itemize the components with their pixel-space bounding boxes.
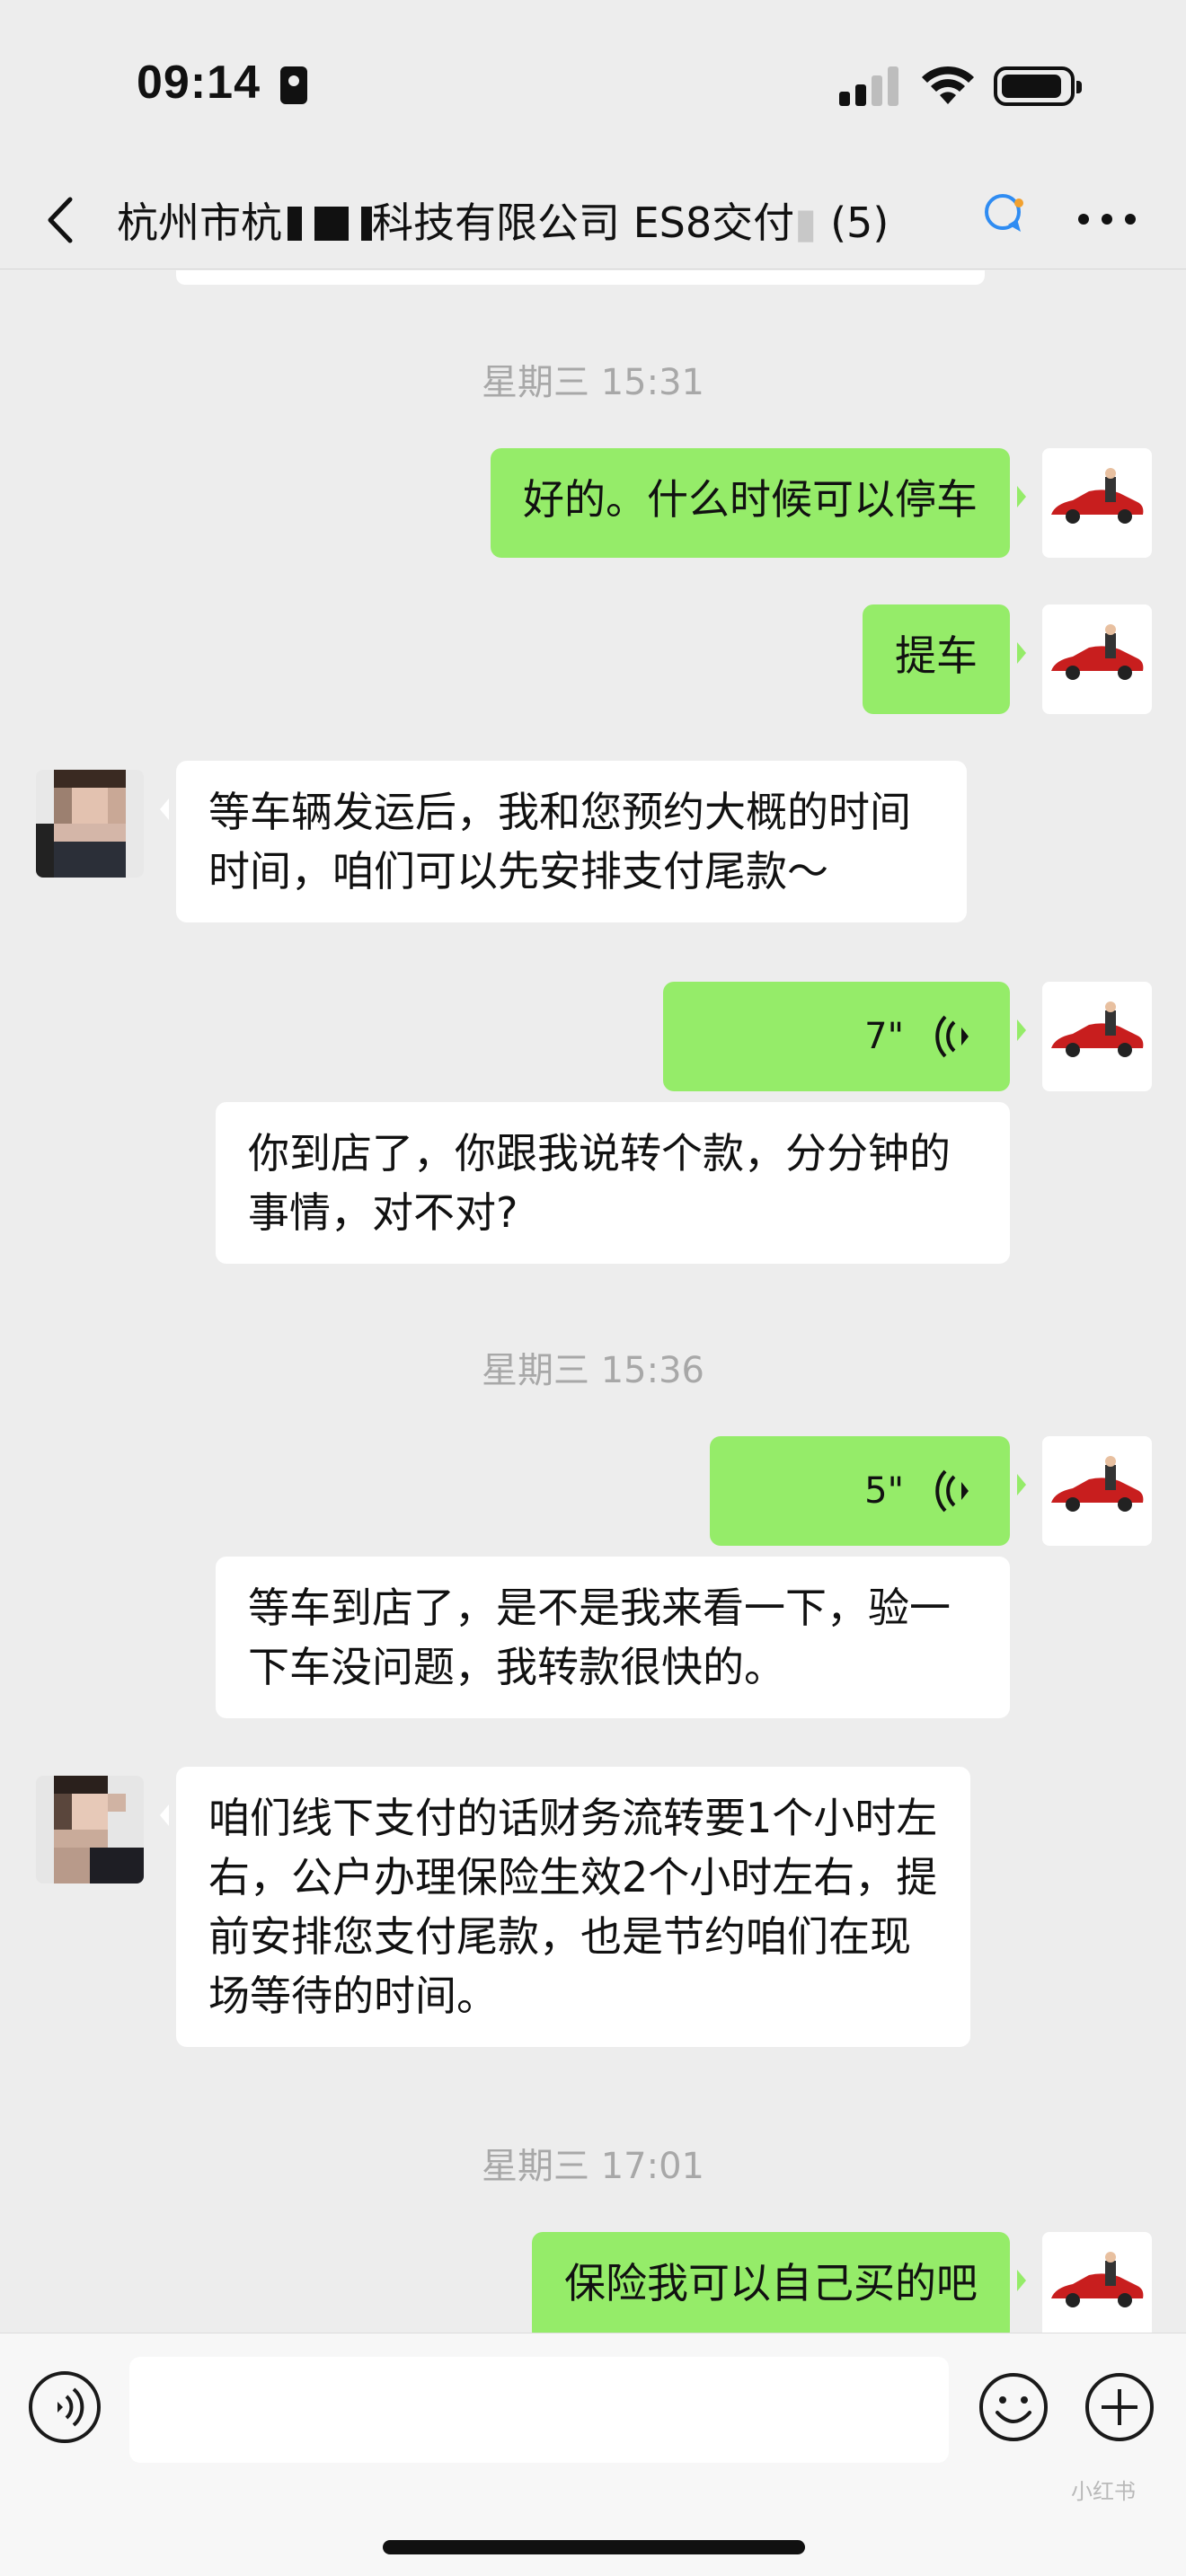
contact-avatar[interactable] xyxy=(36,1776,144,1883)
voice-duration: 7" xyxy=(864,1016,904,1057)
chat-ai-icon[interactable] xyxy=(981,190,1030,239)
transcript-text: 等车到店了，是不是我来看一下，验一下车没问题，我转款很快的。 xyxy=(248,1584,951,1691)
watermark: 小红书 xyxy=(1071,2479,1136,2504)
input-bar: 小红书 xyxy=(0,2333,1186,2576)
my-avatar[interactable] xyxy=(1042,448,1152,558)
cellular-signal-icon xyxy=(839,66,898,106)
voice-message[interactable]: 5" xyxy=(710,1436,1026,1546)
voice-transcript: 你到店了，你跟我说转个款，分分钟的事情，对不对? xyxy=(216,1102,1010,1264)
message-bubble-sent[interactable]: 保险我可以自己买的吧 xyxy=(532,2232,1026,2333)
timestamp: 星期三 15:36 xyxy=(482,1350,704,1391)
message-bubble-received[interactable]: 等车辆发运后，我和您预约大概的时间时间，咱们可以先安排支付尾款～ xyxy=(160,761,967,922)
message-bubble-received[interactable]: 咱们线下支付的话财务流转要1个小时左右，公户办理保险生效2个小时左右，提前安排您… xyxy=(160,1767,970,2047)
voice-message[interactable]: 7" xyxy=(663,982,1026,1091)
redaction-mark xyxy=(361,207,372,241)
more-icon[interactable] xyxy=(1078,210,1136,228)
timestamp: 星期三 15:31 xyxy=(482,362,704,403)
status-time: 09:14 xyxy=(137,57,261,109)
red-car-icon xyxy=(1051,2252,1144,2307)
message-text: 咱们线下支付的话财务流转要1个小时左右，公户办理保险生效2个小时左右，提前安排您… xyxy=(208,1794,938,2020)
chat-title-prefix: 杭州市杭 xyxy=(117,198,282,247)
transcript-text: 你到店了，你跟我说转个款，分分钟的事情，对不对? xyxy=(248,1129,951,1237)
contact-avatar[interactable] xyxy=(36,770,144,878)
message-bubble-sent[interactable]: 好的。什么时候可以停车 xyxy=(491,448,1026,558)
member-count: (5) xyxy=(830,198,890,247)
voice-transcript: 等车到店了，是不是我来看一下，验一下车没问题，我转款很快的。 xyxy=(216,1557,1010,1718)
red-car-icon xyxy=(1051,1456,1144,1512)
chat-title-suffix: 科技有限公司 ES8交付 xyxy=(372,198,795,247)
red-car-icon xyxy=(1051,468,1144,524)
red-car-icon xyxy=(1051,1001,1144,1057)
message-input[interactable] xyxy=(129,2357,949,2463)
home-indicator[interactable] xyxy=(383,2540,805,2554)
redaction-mark xyxy=(288,207,302,241)
chat-title: 杭州市杭 科技有限公司 ES8交付▮ (5) xyxy=(117,198,890,247)
chat-header: 杭州市杭 科技有限公司 ES8交付▮ (5) xyxy=(0,171,1186,269)
my-avatar[interactable] xyxy=(1042,604,1152,714)
my-avatar[interactable] xyxy=(1042,1436,1152,1546)
back-icon[interactable] xyxy=(40,189,83,251)
message-bubble-sent[interactable]: 提车 xyxy=(863,604,1026,714)
plus-icon[interactable] xyxy=(1084,2371,1155,2443)
voice-wave-icon xyxy=(935,1015,969,1058)
message-text: 保险我可以自己买的吧 xyxy=(564,2259,978,2307)
redaction-mark xyxy=(314,207,349,241)
message-text: 提车 xyxy=(895,631,978,680)
my-avatar[interactable] xyxy=(1042,2232,1152,2333)
chat-messages[interactable]: 星期三 15:31 好的。什么时候可以停车 提车 等车辆发运后，我和您预约大概的… xyxy=(0,270,1186,2333)
focus-lock-icon xyxy=(280,66,307,104)
my-avatar[interactable] xyxy=(1042,982,1152,1091)
red-car-icon xyxy=(1051,624,1144,680)
voice-input-icon[interactable] xyxy=(29,2371,101,2443)
pixelated-avatar xyxy=(36,1776,144,1883)
voice-duration: 5" xyxy=(864,1470,904,1512)
voice-wave-icon xyxy=(935,1469,969,1513)
battery-icon xyxy=(994,66,1082,106)
emoji-icon[interactable] xyxy=(978,2371,1049,2443)
timestamp: 星期三 17:01 xyxy=(482,2146,704,2187)
pixelated-avatar xyxy=(36,770,144,878)
status-bar: 09:14 xyxy=(0,0,1186,171)
wifi-icon xyxy=(922,66,974,104)
message-text: 好的。什么时候可以停车 xyxy=(523,475,978,524)
message-text: 等车辆发运后，我和您预约大概的时间时间，咱们可以先安排支付尾款～ xyxy=(208,788,911,895)
previous-message-edge xyxy=(176,270,985,285)
